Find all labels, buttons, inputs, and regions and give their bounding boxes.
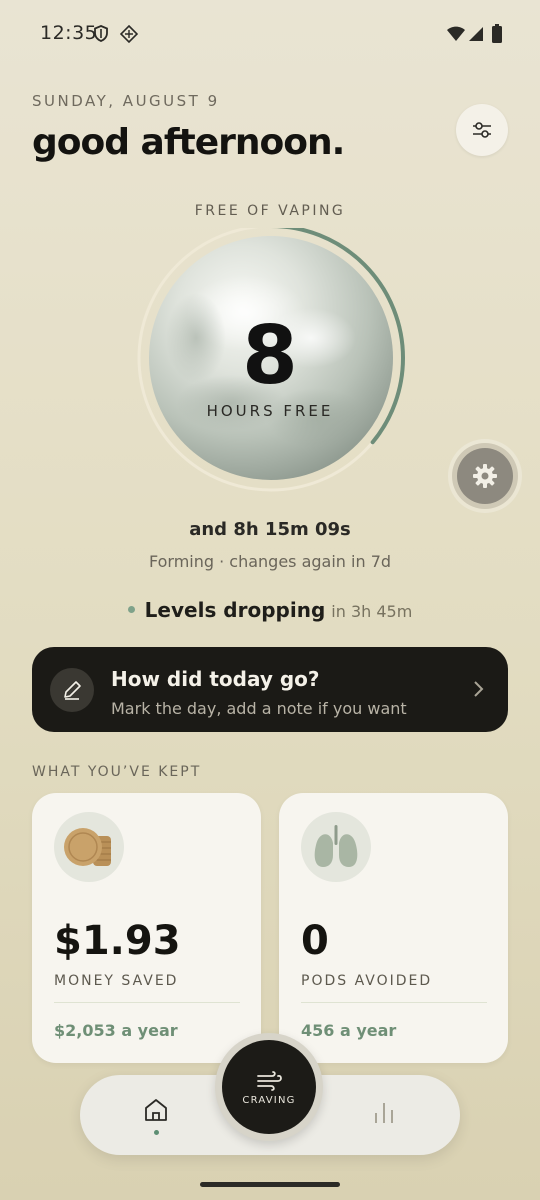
pen-icon <box>64 681 81 700</box>
coins-icon <box>64 828 111 866</box>
pods-yearly: 456 a year <box>301 1021 397 1040</box>
hours-free-label: HOURS FREE <box>206 402 334 420</box>
money-yearly: $2,053 a year <box>54 1021 178 1040</box>
hours-count: 8 <box>242 309 298 402</box>
divider <box>54 1002 240 1003</box>
gesture-bar <box>200 1182 340 1187</box>
wind-icon <box>257 1071 282 1091</box>
signal-icon <box>469 27 483 41</box>
status-bar: 12:35 <box>0 0 540 68</box>
shield-icon <box>94 25 108 42</box>
checkin-subtitle: Mark the day, add a note if you want <box>111 699 407 718</box>
greeting-title: good afternoon. <box>32 122 345 163</box>
health-label: Levels dropping <box>144 598 326 622</box>
divider <box>301 1002 487 1003</box>
status-dot <box>127 606 135 613</box>
stage-label: Forming <box>148 552 215 571</box>
lungs-icon-circle <box>301 812 371 882</box>
coins-icon-circle <box>54 812 124 882</box>
gear-icon <box>473 464 497 488</box>
filter-button[interactable] <box>456 104 508 156</box>
battery-icon <box>492 24 502 43</box>
chevron-right-icon <box>474 681 484 697</box>
elapsed-time: and 8h 15m 09s <box>189 519 351 540</box>
craving-button[interactable]: CRAVING <box>215 1033 323 1141</box>
sliders-icon <box>473 122 491 138</box>
home-icon <box>145 1099 167 1121</box>
app-diamond-icon <box>120 25 138 43</box>
stage-change: changes again in 7d <box>229 552 392 571</box>
wifi-icon <box>447 26 465 41</box>
money-saved-label: MONEY SAVED <box>54 973 179 989</box>
money-saved-card[interactable]: $1.93 MONEY SAVED $2,053 a year <box>32 793 261 1063</box>
stage-separator: · <box>219 552 230 571</box>
craving-label: CRAVING <box>242 1095 296 1106</box>
pods-avoided-card[interactable]: 0 PODS AVOIDED 456 a year <box>279 793 508 1063</box>
money-saved-value: $1.93 <box>54 918 181 964</box>
daily-checkin-card[interactable]: How did today go? Mark the day, add a no… <box>32 647 508 732</box>
active-indicator <box>154 1130 159 1135</box>
kept-section-label: WHAT YOU’VE KEPT <box>32 764 202 780</box>
lungs-icon <box>314 825 358 867</box>
chart-icon <box>375 1103 393 1123</box>
date-label: SUNDAY, AUGUST 9 <box>32 92 220 110</box>
stage-line: Forming · changes again in 7d <box>0 552 540 571</box>
health-eta: in 3h 45m <box>331 602 413 621</box>
pods-avoided-value: 0 <box>301 918 329 964</box>
free-of-vaping-label: FREE OF VAPING <box>194 203 346 219</box>
pods-avoided-label: PODS AVOIDED <box>301 973 433 989</box>
status-time: 12:35 <box>40 22 98 44</box>
settings-button[interactable] <box>452 443 518 509</box>
pen-icon-circle <box>50 668 94 712</box>
checkin-title: How did today go? <box>111 667 320 691</box>
health-status: Levels dropping in 3h 45m <box>0 598 540 622</box>
